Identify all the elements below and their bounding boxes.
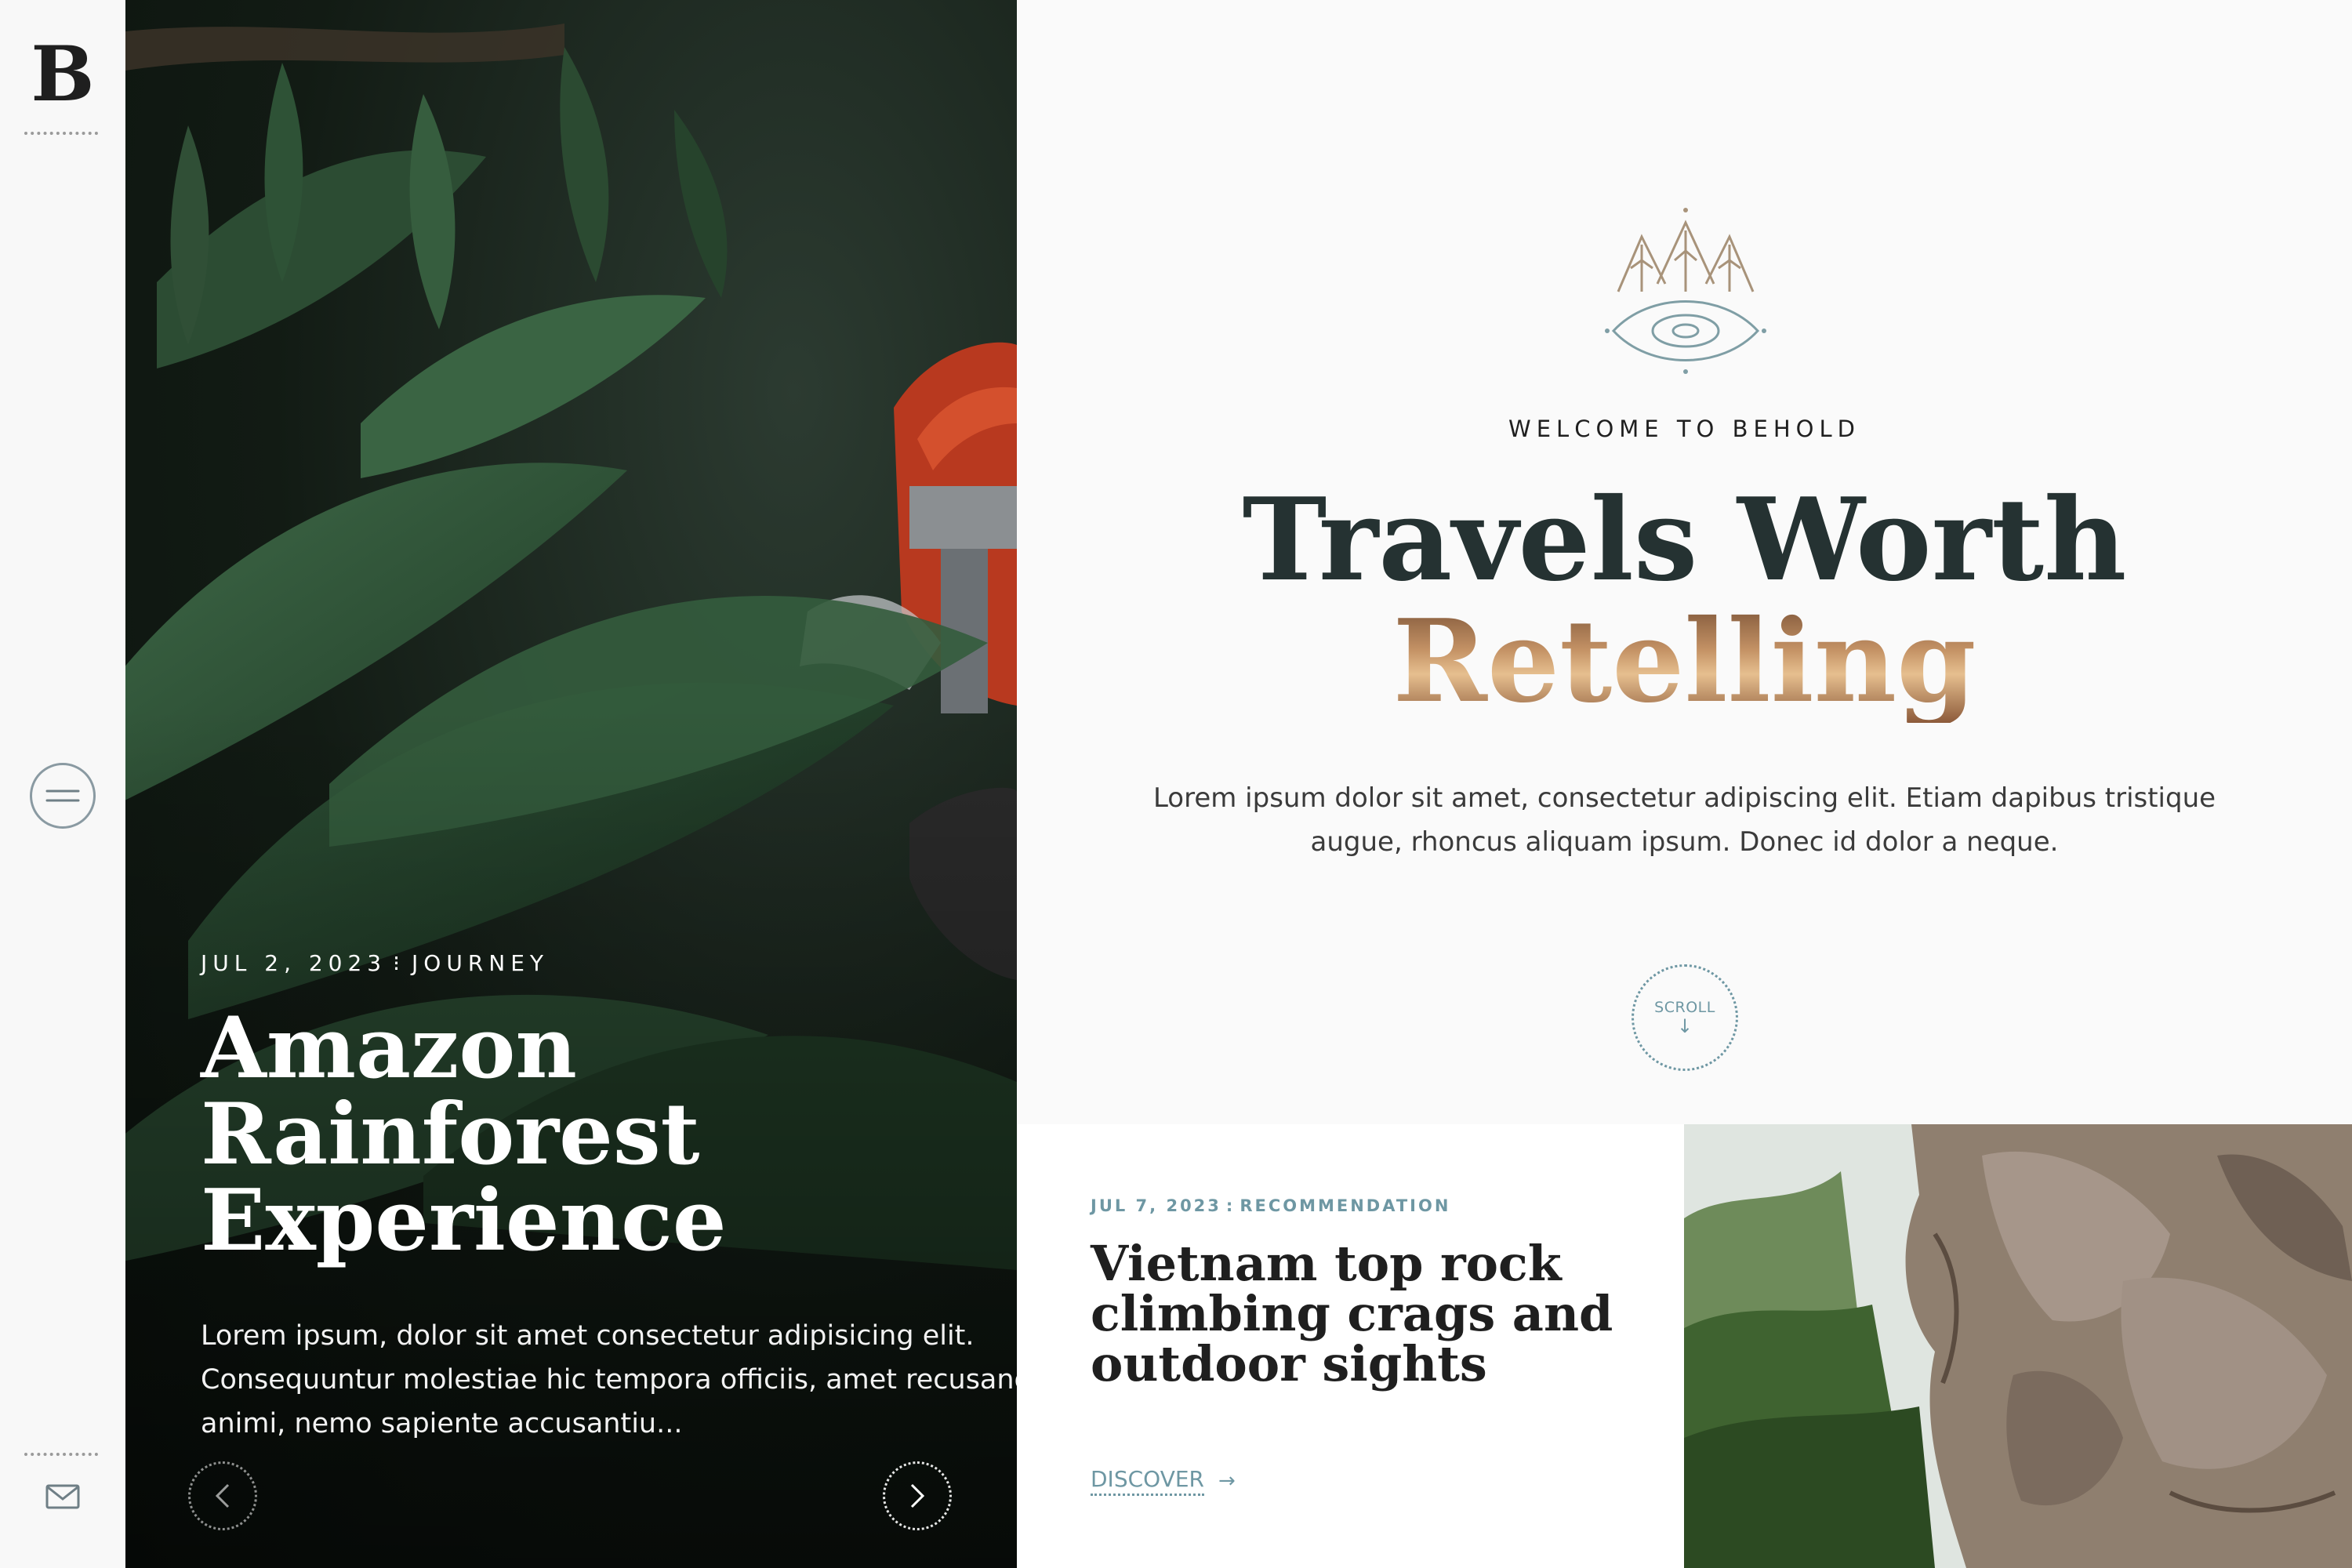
post-category[interactable]: RECOMMENDATION <box>1240 1196 1450 1215</box>
post-excerpt: Lorem ipsum, dolor sit amet consectetur … <box>201 1320 1017 1439</box>
featured-post-card: JUL 7, 2023: RECOMMENDATION Vietnam top r… <box>1017 1124 1684 1568</box>
post-date: JUL 2, 2023 <box>201 950 387 976</box>
welcome-label: WELCOME TO BEHOLD <box>1508 416 1860 442</box>
post-category[interactable]: JOURNEY <box>412 950 549 976</box>
rock-climbing-photo[interactable] <box>1684 1124 2352 1568</box>
previous-slide-button[interactable] <box>188 1461 257 1530</box>
arrow-down-icon: ↓ <box>1676 1015 1693 1037</box>
divider <box>24 132 98 135</box>
scroll-down-button[interactable]: SCROLL ↓ <box>1632 964 1738 1071</box>
sidebar: B <box>0 0 125 1568</box>
envelope-icon[interactable] <box>45 1484 80 1509</box>
menu-button[interactable] <box>30 763 96 829</box>
meta-separator: ⁝ <box>393 950 406 976</box>
discover-link[interactable]: DISCOVER → <box>1091 1466 1236 1496</box>
post-title[interactable]: Amazon Rainforest Experience <box>201 1005 906 1264</box>
arrow-right-icon: → <box>1218 1469 1236 1493</box>
post-date: JUL 7, 2023 <box>1091 1196 1221 1215</box>
post-title[interactable]: Vietnam top rock climbing crags and outd… <box>1091 1239 1671 1389</box>
discover-label: DISCOVER <box>1091 1466 1204 1496</box>
chevron-left-icon <box>215 1483 230 1508</box>
meta-separator: : <box>1225 1196 1236 1215</box>
brand-logo[interactable]: B <box>0 31 125 118</box>
rock-scene <box>1684 1124 2352 1568</box>
hamburger-menu-icon <box>45 789 80 802</box>
chevron-right-icon <box>910 1483 925 1508</box>
welcome-title: Travels Worth Retelling <box>1017 480 2352 723</box>
next-slide-button[interactable] <box>883 1461 952 1530</box>
mountain-eye-logo-icon <box>1605 208 1766 374</box>
post-meta: JUL 2, 2023 ⁝ JOURNEY <box>201 950 549 976</box>
hero-slider: JUL 2, 2023 ⁝ JOURNEY Amazon Rainforest Ex… <box>125 0 1017 1568</box>
welcome-description: Lorem ipsum dolor sit amet, consectetur … <box>1152 782 2216 858</box>
divider <box>24 1453 98 1456</box>
post-meta: JUL 7, 2023: RECOMMENDATION <box>1091 1196 1450 1215</box>
scroll-label: SCROLL <box>1654 999 1715 1016</box>
